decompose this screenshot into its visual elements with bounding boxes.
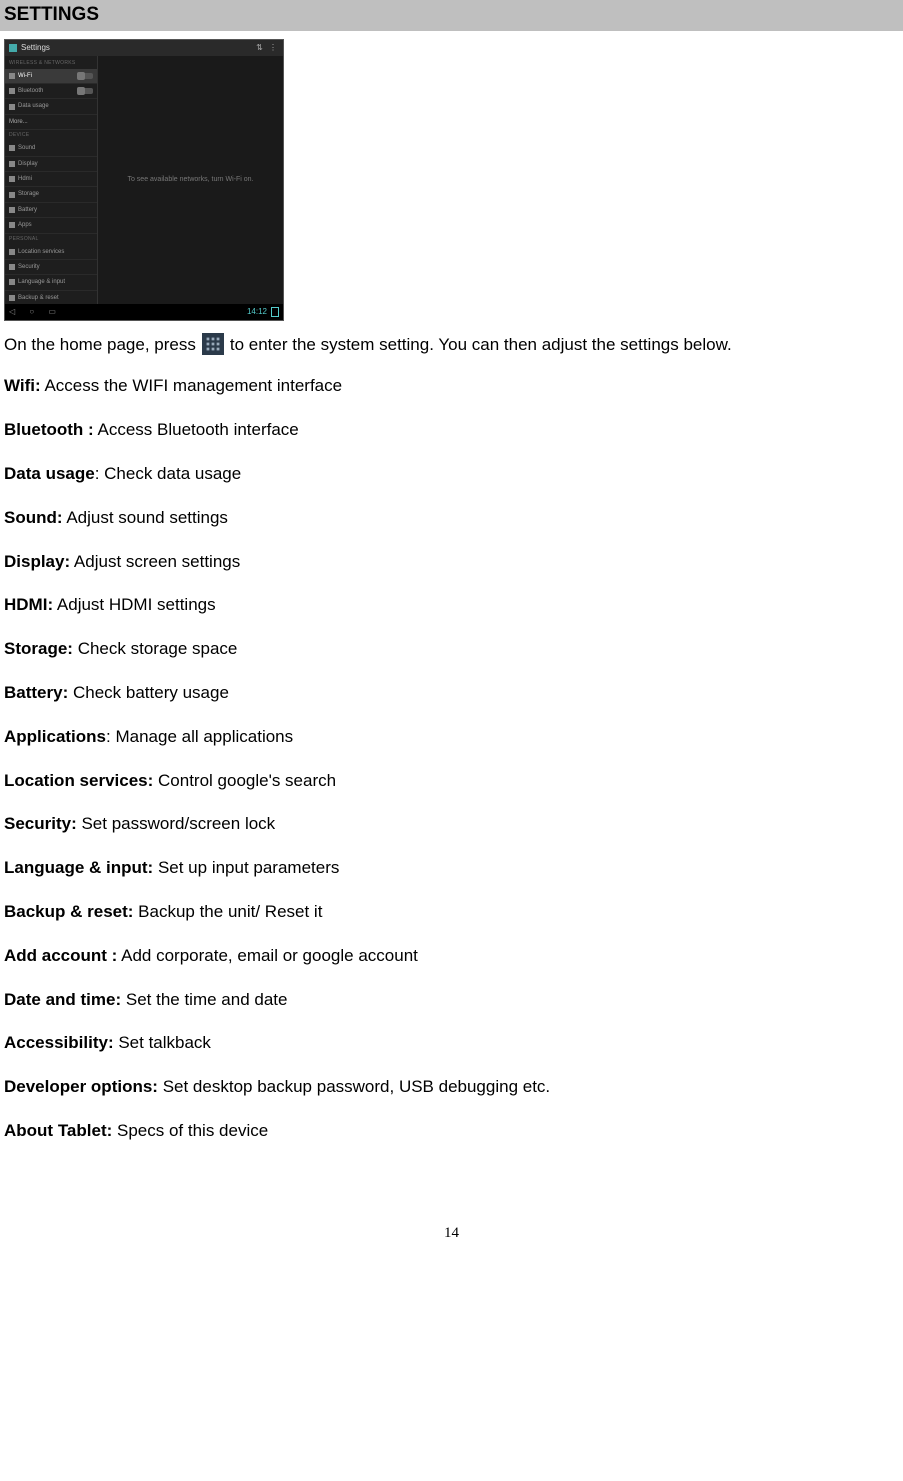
def-developer: Developer options: Set desktop backup pa… <box>4 1075 899 1099</box>
def-language: Language & input: Set up input parameter… <box>4 856 899 880</box>
section-header: SETTINGS <box>0 0 903 31</box>
settings-icon <box>202 333 224 355</box>
screenshot-app-title: Settings <box>21 42 50 53</box>
sidebar-item-more: More... <box>5 115 97 130</box>
settings-app-icon <box>9 44 17 52</box>
screenshot-navbar: ◁ ○ ▭ 14:12 <box>5 304 283 320</box>
def-storage: Storage: Check storage space <box>4 637 899 661</box>
def-security: Security: Set password/screen lock <box>4 812 899 836</box>
screenshot-battery-icon <box>271 307 279 317</box>
sidebar-category: PERSONAL <box>5 234 97 245</box>
sidebar-item-location: Location services <box>5 245 97 260</box>
def-backup: Backup & reset: Backup the unit/ Reset i… <box>4 900 899 924</box>
def-sound: Sound: Adjust sound settings <box>4 506 899 530</box>
intro-text: On the home page, press to enter the sys… <box>4 333 899 357</box>
sidebar-item-display: Display <box>5 157 97 172</box>
def-display: Display: Adjust screen settings <box>4 550 899 574</box>
nav-icons: ◁ ○ ▭ <box>9 306 62 317</box>
def-location: Location services: Control google's sear… <box>4 769 899 793</box>
def-datausage: Data usage: Check data usage <box>4 462 899 486</box>
sidebar-category: DEVICE <box>5 130 97 141</box>
intro-after: to enter the system setting. You can the… <box>230 333 732 357</box>
sidebar-item-battery: Battery <box>5 203 97 218</box>
sidebar-category: WIRELESS & NETWORKS <box>5 58 97 69</box>
screenshot-statusbar: Settings ⇅ ⋮ <box>5 40 283 56</box>
sidebar-item-apps: Apps <box>5 218 97 233</box>
sidebar-item-storage: Storage <box>5 187 97 202</box>
sidebar-item-language: Language & input <box>5 275 97 290</box>
sidebar-item-security: Security <box>5 260 97 275</box>
sidebar-item-datausage: Data usage <box>5 99 97 114</box>
def-accessibility: Accessibility: Set talkback <box>4 1031 899 1055</box>
sidebar-item-wifi: Wi-Fi <box>5 69 97 84</box>
settings-screenshot: Settings ⇅ ⋮ WIRELESS & NETWORKS Wi-Fi B… <box>4 39 284 321</box>
intro-before: On the home page, press <box>4 333 196 357</box>
def-battery: Battery: Check battery usage <box>4 681 899 705</box>
def-wifi: Wifi: Access the WIFI management interfa… <box>4 374 899 398</box>
def-addaccount: Add account : Add corporate, email or go… <box>4 944 899 968</box>
screenshot-main-pane: To see available networks, turn Wi-Fi on… <box>98 56 283 304</box>
def-about: About Tablet: Specs of this device <box>4 1119 899 1143</box>
screenshot-status-icons: ⇅ ⋮ <box>256 42 279 53</box>
sidebar-item-sound: Sound <box>5 141 97 156</box>
sidebar-item-bluetooth: Bluetooth <box>5 84 97 99</box>
def-bluetooth: Bluetooth : Access Bluetooth interface <box>4 418 899 442</box>
def-datetime: Date and time: Set the time and date <box>4 988 899 1012</box>
screenshot-clock: 14:12 <box>247 306 267 317</box>
screenshot-sidebar: WIRELESS & NETWORKS Wi-Fi Bluetooth Data… <box>5 56 98 304</box>
sidebar-item-hdmi: Hdmi <box>5 172 97 187</box>
page-number: 14 <box>0 1223 903 1244</box>
def-applications: Applications: Manage all applications <box>4 725 899 749</box>
def-hdmi: HDMI: Adjust HDMI settings <box>4 593 899 617</box>
